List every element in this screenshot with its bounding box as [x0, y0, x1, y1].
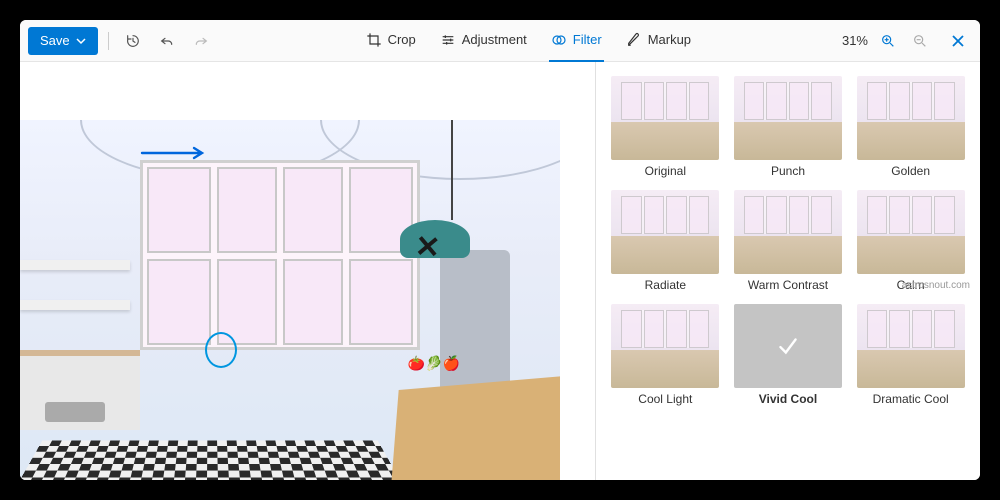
filter-vivid-cool[interactable]: Vivid Cool [731, 304, 846, 406]
filter-panel: Original Punch Golden Radiate Warm Contr [595, 62, 980, 480]
filter-calm[interactable]: Calm [853, 190, 968, 292]
toolbar-tabs: Crop Adjustment Filter Markup [364, 20, 693, 62]
undo-button[interactable] [153, 27, 181, 55]
close-icon [951, 34, 965, 48]
filter-radiate[interactable]: Radiate [608, 190, 723, 292]
adjustment-icon [440, 32, 456, 48]
toolbar-divider [108, 32, 109, 50]
canvas-area[interactable]: 🍅🥬🍎 ✕ [20, 62, 595, 480]
markup-circle [205, 332, 237, 368]
checkmark-icon [775, 333, 801, 359]
tab-markup-label: Markup [648, 32, 691, 47]
zoom-in-button[interactable] [876, 29, 900, 53]
tab-adjustment-label: Adjustment [462, 32, 527, 47]
toolbar: Save Crop Adjustment Filter [20, 20, 980, 62]
filter-label: Punch [771, 164, 805, 178]
undo-icon [159, 33, 175, 49]
zoom-level: 31% [842, 33, 868, 48]
markup-x-mark: ✕ [414, 229, 442, 266]
filter-label: Cool Light [638, 392, 692, 406]
zoom-in-icon [880, 33, 896, 49]
filter-thumb [611, 190, 719, 274]
tab-crop-label: Crop [388, 32, 416, 47]
zoom-controls: 31% [842, 27, 972, 55]
filter-label: Vivid Cool [759, 392, 817, 406]
filter-thumb [857, 304, 965, 388]
filter-thumb [857, 76, 965, 160]
photo-preview: 🍅🥬🍎 ✕ [20, 120, 560, 480]
filter-cool-light[interactable]: Cool Light [608, 304, 723, 406]
filter-icon [551, 32, 567, 48]
filter-label: Golden [891, 164, 930, 178]
filter-label: Radiate [645, 278, 686, 292]
tab-filter[interactable]: Filter [549, 20, 604, 62]
close-button[interactable] [944, 27, 972, 55]
tab-filter-label: Filter [573, 32, 602, 47]
filter-grid: Original Punch Golden Radiate Warm Contr [608, 76, 968, 406]
markup-arrow [140, 146, 210, 165]
filter-label: Original [645, 164, 686, 178]
save-button-label: Save [40, 33, 70, 48]
filter-original[interactable]: Original [608, 76, 723, 178]
filter-punch[interactable]: Punch [731, 76, 846, 178]
markup-icon [626, 32, 642, 48]
filter-dramatic-cool[interactable]: Dramatic Cool [853, 304, 968, 406]
chevron-down-icon [76, 36, 86, 46]
redo-icon [193, 33, 209, 49]
app-window: astrosnout.com Save Crop Adjustment [20, 20, 980, 480]
history-icon [125, 33, 141, 49]
tab-crop[interactable]: Crop [364, 20, 418, 62]
filter-thumb-selected [734, 304, 842, 388]
save-button[interactable]: Save [28, 27, 98, 55]
redo-button[interactable] [187, 27, 215, 55]
zoom-out-icon [912, 33, 928, 49]
zoom-out-button[interactable] [908, 29, 932, 53]
main-area: 🍅🥬🍎 ✕ Original Punch [20, 62, 980, 480]
filter-thumb [734, 190, 842, 274]
watermark: astrosnout.com [902, 280, 970, 291]
crop-icon [366, 32, 382, 48]
filter-golden[interactable]: Golden [853, 76, 968, 178]
tab-adjustment[interactable]: Adjustment [438, 20, 529, 62]
filter-warm-contrast[interactable]: Warm Contrast [731, 190, 846, 292]
filter-label: Dramatic Cool [873, 392, 949, 406]
history-button[interactable] [119, 27, 147, 55]
tab-markup[interactable]: Markup [624, 20, 693, 62]
filter-thumb [857, 190, 965, 274]
filter-thumb [734, 76, 842, 160]
filter-thumb [611, 76, 719, 160]
filter-label: Warm Contrast [748, 278, 828, 292]
filter-thumb [611, 304, 719, 388]
